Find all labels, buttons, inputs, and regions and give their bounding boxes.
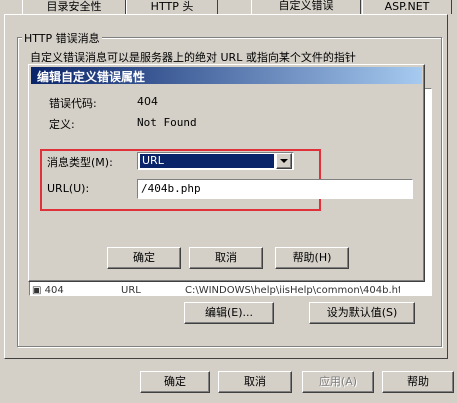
url-input-value: /404b.php [141, 182, 201, 195]
url-input[interactable]: /404b.php [137, 179, 413, 199]
list-row-partial-type: URL [121, 285, 141, 296]
tab-strip: 目录安全性 HTTP 头 自定义错误 ASP.NET [0, 0, 457, 15]
definition-label: 定义: [49, 118, 75, 131]
dropdown-button[interactable] [276, 153, 292, 169]
error-code-label: 错误代码: [49, 97, 97, 110]
footer-ok-button[interactable]: 确定 [140, 371, 210, 393]
set-default-button[interactable]: 设为默认值(S) [309, 302, 415, 324]
list-row-partial-code: ▣ 404 [32, 285, 64, 296]
description-text: 自定义错误消息可以是服务器上的绝对 URL 或指向某个文件的指针 [30, 51, 356, 64]
tab-directory-security[interactable]: 目录安全性 [22, 0, 126, 14]
list-row-partial-path: C:\WINDOWS\help\iisHelp\common\404b.htm [185, 285, 400, 296]
message-type-select[interactable]: URL [137, 152, 294, 170]
group-title: HTTP 错误消息 [22, 30, 102, 46]
dialog-cancel-button[interactable]: 取消 [189, 247, 263, 269]
edit-custom-error-dialog: 编辑自定义错误属性 错误代码: 404 定义: Not Found 消息类型(M… [28, 64, 425, 282]
chevron-down-icon [280, 159, 288, 163]
footer-apply-button[interactable]: 应用(A) [302, 371, 374, 393]
tab-http-headers[interactable]: HTTP 头 [126, 0, 218, 14]
edit-button[interactable]: 编辑(E)... [184, 302, 274, 324]
dialog-ok-button[interactable]: 确定 [107, 247, 181, 269]
footer-help-button[interactable]: 帮助 [382, 371, 454, 393]
dialog-title: 编辑自定义错误属性 [37, 70, 146, 84]
definition-value: Not Found [137, 116, 197, 129]
message-type-label: 消息类型(M): [47, 156, 113, 169]
error-code-value: 404 [137, 95, 158, 108]
dialog-help-button[interactable]: 帮助(H) [275, 247, 349, 269]
message-type-selected: URL [140, 154, 274, 168]
tab-custom-errors[interactable]: 自定义错误 [251, 0, 361, 15]
footer-cancel-button[interactable]: 取消 [218, 371, 292, 393]
tab-aspnet[interactable]: ASP.NET [362, 0, 452, 14]
url-label: URL(U): [47, 182, 90, 195]
message-type-value: URL [142, 154, 164, 167]
